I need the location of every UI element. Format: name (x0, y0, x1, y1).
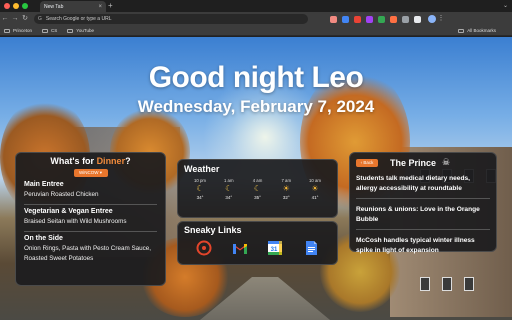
link-row: 31 (184, 239, 331, 257)
bookmark-label: All Bookmarks (467, 28, 496, 33)
gmail-icon[interactable] (231, 239, 249, 257)
forecast-temp: 32° (282, 195, 290, 200)
sun-icon: ☀ (311, 184, 319, 193)
prince-news-card: ‹ Back The Prince ☠ Students talk medica… (349, 152, 497, 254)
back-button[interactable]: ‹ Back (356, 158, 378, 167)
meal-items: Braised Seitan with Wild Mushrooms (24, 218, 127, 225)
forecast-hour: 10 pm ☾ 34° (188, 178, 212, 200)
omnibox-placeholder: Search Google or type a URL (45, 16, 112, 22)
building-window (464, 277, 474, 291)
reload-icon[interactable]: ↻ (20, 12, 30, 26)
weather-title: Weather (184, 164, 220, 174)
forecast-temp: 34° (225, 195, 233, 200)
calendar-icon[interactable]: 31 (266, 239, 284, 257)
folder-icon (4, 28, 10, 33)
forecast-temp: 41° (311, 195, 319, 200)
bookmark-label: YouTube (76, 28, 94, 33)
folder-icon (458, 28, 465, 33)
meal-heading: Vegetarian & Vegan Entree (24, 208, 113, 215)
sneaky-links-card: Sneaky Links 31 (177, 221, 338, 265)
close-window-button[interactable] (4, 3, 10, 9)
forecast-hour: 10 am ☀ 41° (303, 178, 327, 200)
divider (356, 198, 490, 199)
moon-icon: ☾ (196, 184, 204, 193)
meal-items: Peruvian Roasted Chicken (24, 191, 99, 198)
building-window (420, 277, 430, 291)
maximize-window-button[interactable] (22, 3, 28, 9)
meal-heading: Main Entree (24, 181, 64, 188)
forecast-temp: 35° (254, 195, 261, 200)
meal-items: Onion Rings, Pasta with Pesto Cream Sauc… (24, 245, 152, 262)
forecast-temp: 34° (196, 195, 204, 200)
building-window (442, 277, 452, 291)
meal-heading: On the Side (24, 235, 63, 242)
minimize-window-button[interactable] (13, 3, 19, 9)
google-g-icon: G (38, 16, 42, 22)
extension-icon[interactable] (390, 15, 397, 23)
moon-icon: ☾ (225, 184, 233, 193)
divider (24, 204, 157, 205)
dining-title: What's for Dinner? (24, 156, 157, 166)
extensions-row: ⋮ (330, 12, 446, 26)
tab-title: New Tab (44, 3, 64, 10)
profile-avatar[interactable] (428, 15, 436, 23)
dining-title-prefix: What's for (50, 156, 97, 166)
bookmark-princeton[interactable]: Princeton (4, 28, 32, 33)
tab-new-tab[interactable]: New Tab × (40, 1, 106, 12)
sneaky-links-title: Sneaky Links (184, 225, 242, 235)
omnibox[interactable]: G Search Google or type a URL (34, 14, 308, 24)
bookmark-label: Princeton (13, 28, 33, 33)
back-icon[interactable]: ← (0, 12, 10, 26)
divider (356, 229, 490, 230)
canvas-icon[interactable] (195, 239, 213, 257)
toolbar: ← → ↻ G Search Google or type a URL ⋮ (0, 12, 512, 26)
forecast-hour: 7 am ☀ 32° (274, 178, 298, 200)
extension-icon[interactable] (342, 15, 349, 23)
weather-card: Weather 10 pm ☾ 34° 1 am ☾ 34° 4 am ☾ 35… (177, 159, 338, 218)
news-headline[interactable]: Students talk medical dietary needs, all… (356, 174, 490, 194)
prince-header: ‹ Back The Prince ☠ (356, 157, 490, 168)
forward-icon[interactable]: → (10, 12, 20, 26)
news-headline[interactable]: Reunions & unions: Love in the Orange Bu… (356, 205, 490, 225)
news-headline[interactable]: McCosh handles typical winter illness sp… (356, 236, 490, 256)
sun-icon: ☀ (282, 184, 290, 193)
date: Wednesday, February 7, 2024 (137, 97, 375, 116)
folder-icon (42, 28, 49, 33)
bookmark-youtube[interactable]: YouTube (67, 28, 94, 33)
new-tab-icon[interactable]: + (108, 1, 113, 11)
forecast-hour: 4 am ☾ 35° (246, 178, 270, 200)
bookmarks-bar: Princeton CS YouTube All Bookmarks (0, 26, 512, 36)
prince-title: The Prince (390, 157, 437, 168)
forecast-hour: 1 am ☾ 34° (217, 178, 241, 200)
extension-icon[interactable] (366, 15, 373, 23)
divider (24, 231, 157, 232)
tab-bar: New Tab × + ⌄ (0, 0, 512, 12)
extension-icon[interactable] (330, 15, 337, 23)
dining-hall-select[interactable]: WiNCOW ▾ (73, 169, 108, 177)
bookmark-cs[interactable]: CS (42, 28, 57, 33)
extension-icon[interactable] (378, 15, 385, 23)
docs-icon[interactable] (302, 239, 320, 257)
greeting: Good night Leo (148, 61, 364, 94)
skull-icon: ☠ (442, 157, 451, 167)
side-panel-icon[interactable] (414, 15, 421, 23)
tab-search-icon[interactable]: ⌄ (503, 2, 508, 9)
dining-title-suffix: ? (125, 156, 131, 166)
puzzle-icon[interactable] (402, 15, 409, 23)
dining-title-meal: Dinner (96, 156, 126, 166)
dining-card: What's for Dinner? WiNCOW ▾ Main Entree … (15, 152, 166, 286)
moon-icon: ☾ (253, 184, 262, 193)
close-icon[interactable]: × (98, 4, 102, 10)
all-bookmarks[interactable]: All Bookmarks (458, 28, 496, 33)
menu-icon[interactable]: ⋮ (436, 12, 446, 26)
extension-icon[interactable] (354, 15, 361, 23)
bookmark-label: CS (51, 28, 58, 33)
calendar-day: 31 (271, 247, 278, 253)
folder-icon (67, 28, 74, 33)
weather-forecast: 10 pm ☾ 34° 1 am ☾ 34° 4 am ☾ 35° 7 am ☀… (184, 178, 331, 200)
